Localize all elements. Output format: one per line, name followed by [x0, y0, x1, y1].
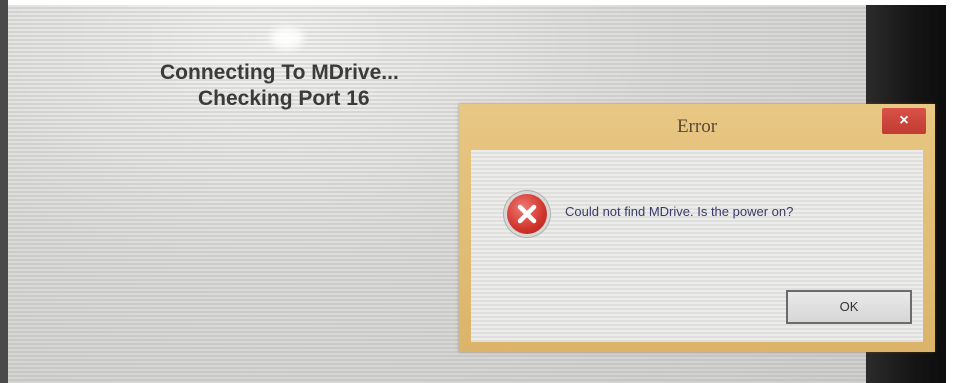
photo-left-edge [0, 0, 8, 383]
status-line-port: Checking Port 16 [198, 87, 370, 110]
dialog-titlebar[interactable]: Error × [459, 104, 935, 148]
error-x-icon [507, 194, 547, 234]
error-message: Could not find MDrive. Is the power on? [565, 204, 794, 219]
ok-button[interactable]: OK [786, 290, 912, 324]
dialog-body: Could not find MDrive. Is the power on? … [471, 150, 923, 342]
error-dialog: Error × Could not find MDrive. Is the po… [459, 104, 935, 352]
dialog-title: Error [676, 116, 718, 137]
photo-of-monitor: Connecting To MDrive... Checking Port 16… [0, 0, 958, 383]
connection-status: Connecting To MDrive... Checking Port 16 [150, 60, 450, 112]
close-button[interactable]: × [882, 108, 926, 134]
light-glare [270, 27, 304, 49]
status-line-connecting: Connecting To MDrive... [160, 61, 399, 84]
